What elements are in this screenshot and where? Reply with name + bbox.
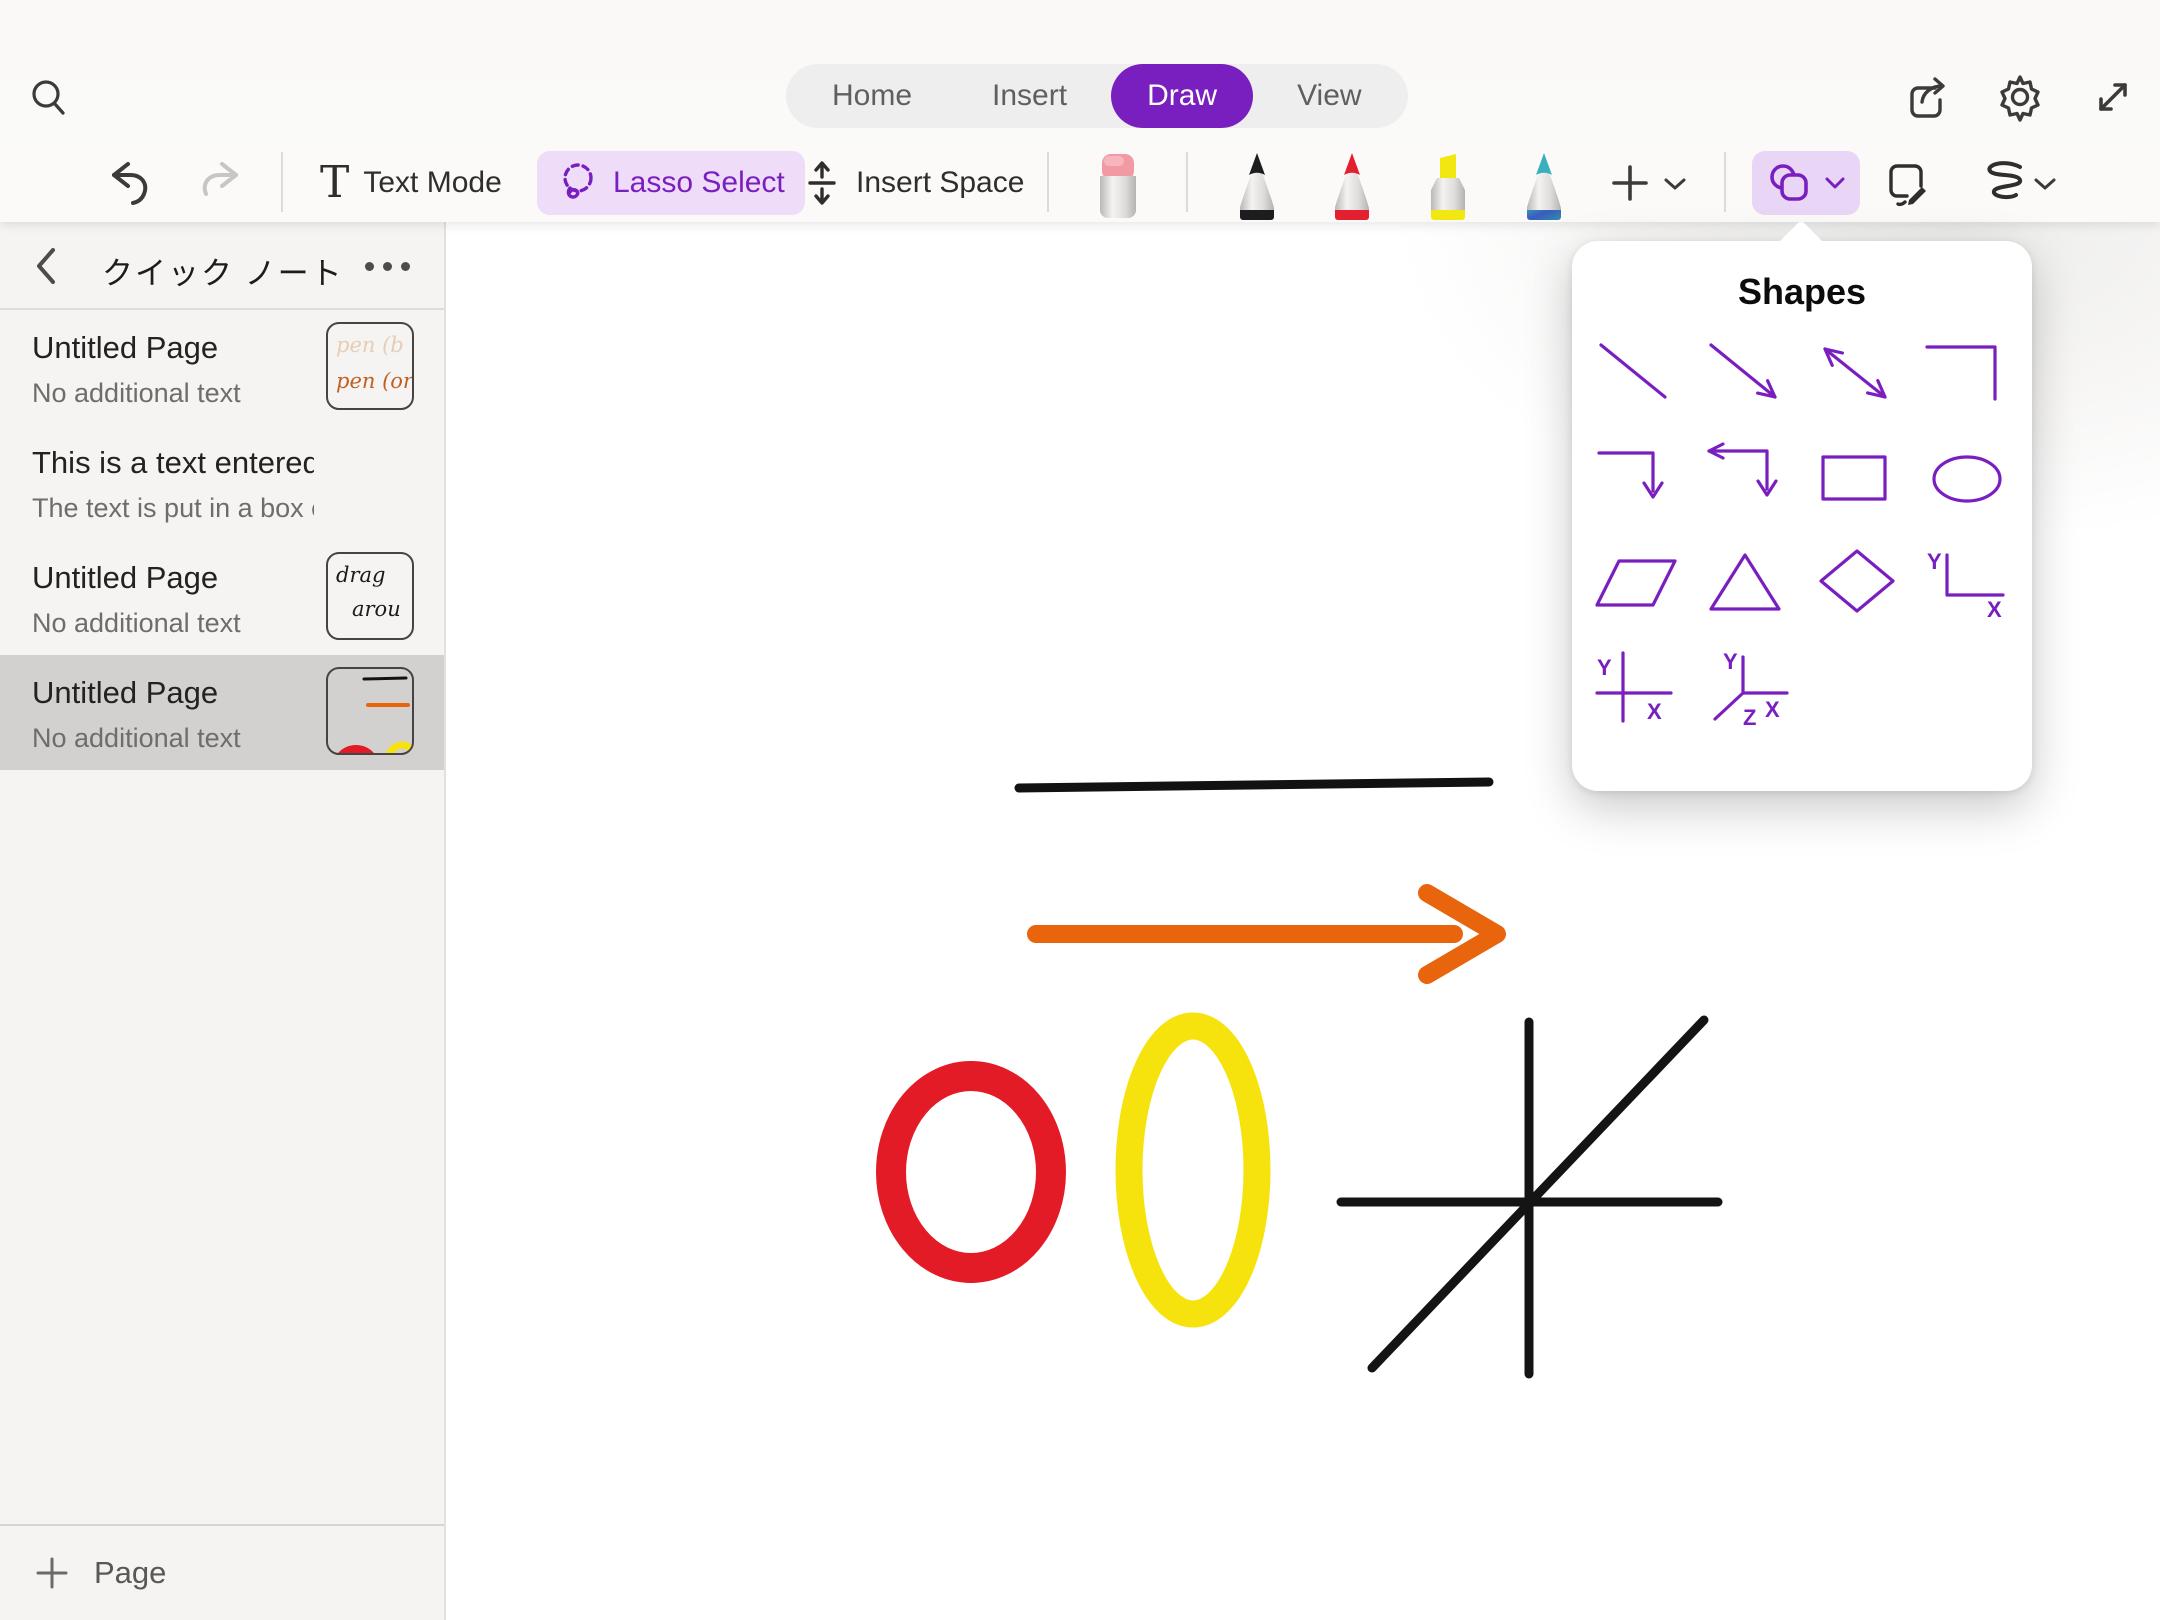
highlighter-yellow-tool[interactable] — [1419, 150, 1477, 220]
undo-icon[interactable] — [100, 154, 156, 210]
annotate-note-icon[interactable] — [1880, 155, 1936, 211]
page-list-sidebar: クイック ノート Untitled Page No additional text… — [0, 222, 446, 1620]
page-thumbnail: drag arou — [326, 552, 414, 640]
shapes-icon — [1766, 162, 1814, 204]
svg-text:Y: Y — [1927, 549, 1942, 574]
toolbar-divider — [1186, 152, 1188, 212]
shapes-button[interactable] — [1752, 151, 1860, 215]
shape-diamond[interactable] — [1802, 533, 1912, 637]
ink-stroke-red-ring[interactable] — [891, 1076, 1051, 1268]
page-title: Untitled Page — [32, 330, 314, 366]
text-mode-button[interactable]: T Text Mode — [320, 151, 502, 215]
page-title: This is a text entered in… — [32, 445, 314, 481]
lasso-select-button[interactable]: Lasso Select — [537, 151, 805, 215]
shape-diagonal-double-arrow[interactable] — [1802, 325, 1912, 429]
ink-stroke-black-line[interactable] — [1019, 782, 1489, 788]
onenote-app: Home Insert Draw View — [0, 0, 2160, 1620]
plus-icon — [34, 1555, 70, 1591]
page-subtitle: No additional text — [32, 723, 314, 754]
shapes-popup: Shapes YX YX YZX — [1572, 241, 2032, 791]
tab-insert[interactable]: Insert — [956, 64, 1103, 128]
page-subtitle: No additional text — [32, 608, 314, 639]
add-page-label: Page — [94, 1555, 166, 1591]
shape-diagonal-arrow[interactable] — [1692, 325, 1802, 429]
page-list-item[interactable]: Untitled Page No additional text drag arou — [0, 540, 444, 655]
page-subtitle: No additional text — [32, 378, 314, 409]
shape-elbow-double-arrow[interactable] — [1692, 429, 1802, 533]
shape-parallelogram[interactable] — [1582, 533, 1692, 637]
notebook-title: クイック ノート — [102, 248, 344, 293]
svg-text:Z: Z — [1743, 705, 1756, 730]
eraser-tool[interactable] — [1090, 150, 1146, 220]
toolbar-divider — [1724, 152, 1726, 212]
shapes-grid: YX YX YZX — [1572, 325, 2032, 741]
page-thumbnail — [326, 667, 414, 755]
toolbar-divider — [281, 152, 283, 212]
svg-text:Y: Y — [1723, 649, 1738, 674]
ink-stroke-yellow-ring[interactable] — [1129, 1026, 1257, 1314]
insert-space-icon — [802, 159, 842, 207]
svg-text:X: X — [1765, 697, 1780, 722]
shape-rectangle[interactable] — [1802, 429, 1912, 533]
back-chevron-icon[interactable] — [26, 244, 66, 288]
text-mode-label: Text Mode — [363, 166, 501, 200]
insert-space-label: Insert Space — [856, 166, 1024, 200]
add-pen-icon[interactable] — [1604, 157, 1656, 209]
shape-triangle[interactable] — [1692, 533, 1802, 637]
toolbar-divider — [1047, 152, 1049, 212]
svg-text:Y: Y — [1597, 655, 1612, 680]
settings-gear-icon[interactable] — [1993, 70, 2047, 124]
pen-red-tool[interactable] — [1323, 150, 1381, 220]
sidebar-header: クイック ノート — [0, 222, 444, 310]
page-list-item[interactable]: Untitled Page No additional text pen (b pe… — [0, 310, 444, 425]
shapes-chevron-icon — [1824, 175, 1846, 191]
share-icon[interactable] — [1900, 70, 1954, 124]
shape-ellipse[interactable] — [1912, 429, 2022, 533]
pen-galaxy-tool[interactable] — [1515, 150, 1573, 220]
top-bar: Home Insert Draw View — [0, 0, 2160, 222]
redo-icon[interactable] — [194, 154, 250, 210]
add-pen-chevron-icon[interactable] — [1660, 172, 1690, 196]
page-list: Untitled Page No additional text pen (b pe… — [0, 310, 444, 770]
page-title: Untitled Page — [32, 560, 314, 596]
fullscreen-icon[interactable] — [2086, 70, 2140, 124]
shape-axes-xy[interactable]: YX — [1912, 533, 2022, 637]
page-subtitle: The text is put in a box called… — [32, 493, 314, 524]
tab-home[interactable]: Home — [796, 64, 948, 128]
add-page-button[interactable]: Page — [0, 1524, 444, 1620]
lasso-select-label: Lasso Select — [613, 166, 785, 200]
tab-draw[interactable]: Draw — [1111, 64, 1253, 128]
pen-black-tool[interactable] — [1228, 150, 1286, 220]
ink-stroke-cross-diagonal[interactable] — [1372, 1020, 1704, 1368]
page-title: Untitled Page — [32, 675, 314, 711]
search-icon[interactable] — [24, 72, 74, 122]
ink-to-shape-chevron-icon[interactable] — [2030, 172, 2060, 196]
shape-axes-xyz[interactable]: Y ZX — [1692, 637, 1802, 741]
shape-axes-xy-cross[interactable]: YX — [1582, 637, 1692, 741]
shape-elbow-connector[interactable] — [1912, 325, 2022, 429]
shape-elbow-arrow[interactable] — [1582, 429, 1692, 533]
page-list-item[interactable]: This is a text entered in… The text is pu… — [0, 425, 444, 540]
text-mode-icon: T — [320, 161, 349, 205]
ink-to-shape-icon[interactable] — [1974, 155, 2030, 211]
page-list-item[interactable]: Untitled Page No additional text — [0, 655, 444, 770]
more-options-icon[interactable] — [365, 252, 410, 280]
ribbon-tabs: Home Insert Draw View — [786, 64, 1408, 128]
shape-diagonal-line[interactable] — [1582, 325, 1692, 429]
page-thumbnail: pen (b pen (or — [326, 322, 414, 410]
lasso-icon — [557, 161, 599, 205]
shapes-popup-title: Shapes — [1572, 271, 2032, 313]
insert-space-button[interactable]: Insert Space — [802, 151, 1024, 215]
svg-text:X: X — [1987, 597, 2002, 622]
tab-view[interactable]: View — [1261, 64, 1397, 128]
svg-text:X: X — [1647, 699, 1662, 724]
